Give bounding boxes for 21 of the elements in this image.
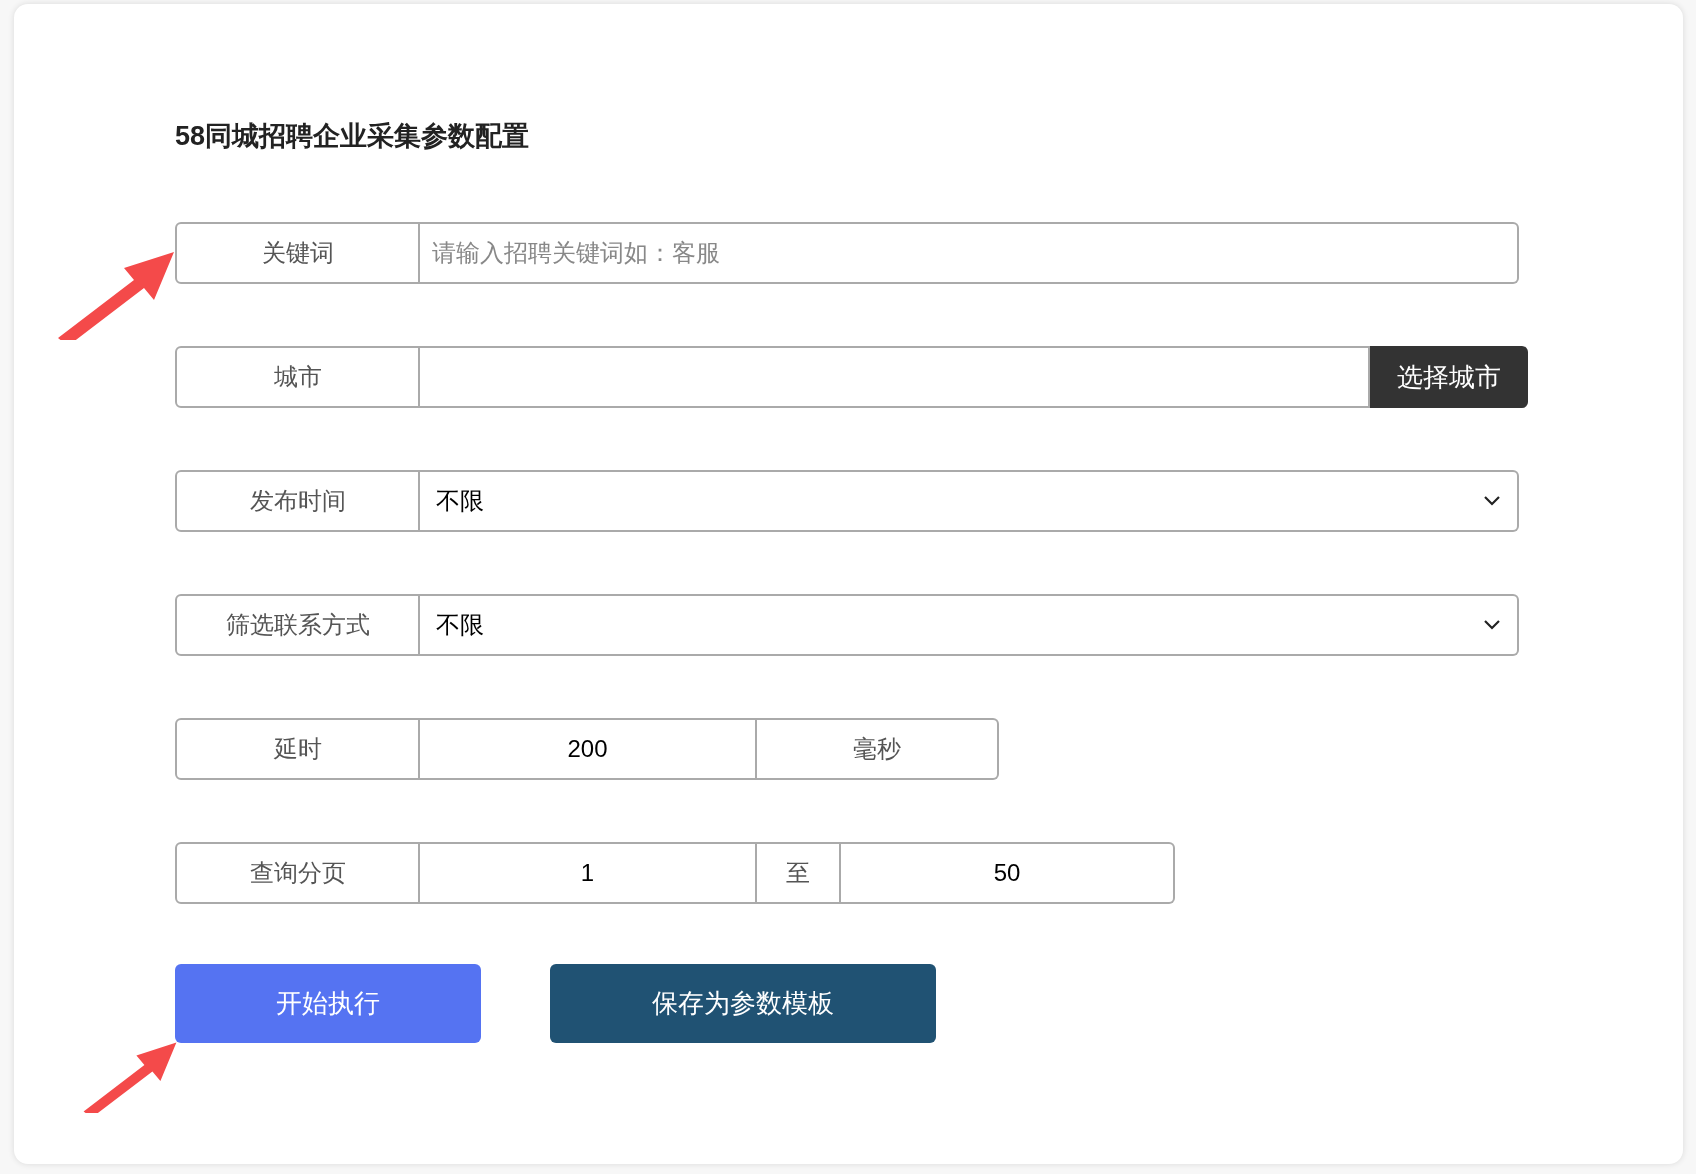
input-field[interactable] [420,346,1370,408]
chevron-down-icon [1483,619,1501,631]
field-label: 城市 [175,346,420,408]
unit-label: 毫秒 [757,718,999,780]
input-field[interactable]: 50 [841,842,1175,904]
field-label: 筛选联系方式 [175,594,420,656]
field-label: 发布时间 [175,470,420,532]
range-to-label: 至 [757,842,841,904]
input-field[interactable]: 1 [420,842,757,904]
page-title: 58同城招聘企业采集参数配置 [175,120,531,153]
field-label: 关键词 [175,222,420,284]
select-city-button[interactable]: 选择城市 [1370,346,1528,408]
start-button[interactable]: 开始执行 [175,964,481,1043]
chevron-down-icon [1483,495,1501,507]
field-label: 查询分页 [175,842,420,904]
save-template-button[interactable]: 保存为参数模板 [550,964,936,1043]
input-field[interactable]: 200 [420,718,757,780]
dropdown[interactable]: 不限 [420,594,1519,656]
input-field[interactable]: 请输入招聘关键词如：客服 [420,222,1519,284]
field-label: 延时 [175,718,420,780]
dropdown[interactable]: 不限 [420,470,1519,532]
